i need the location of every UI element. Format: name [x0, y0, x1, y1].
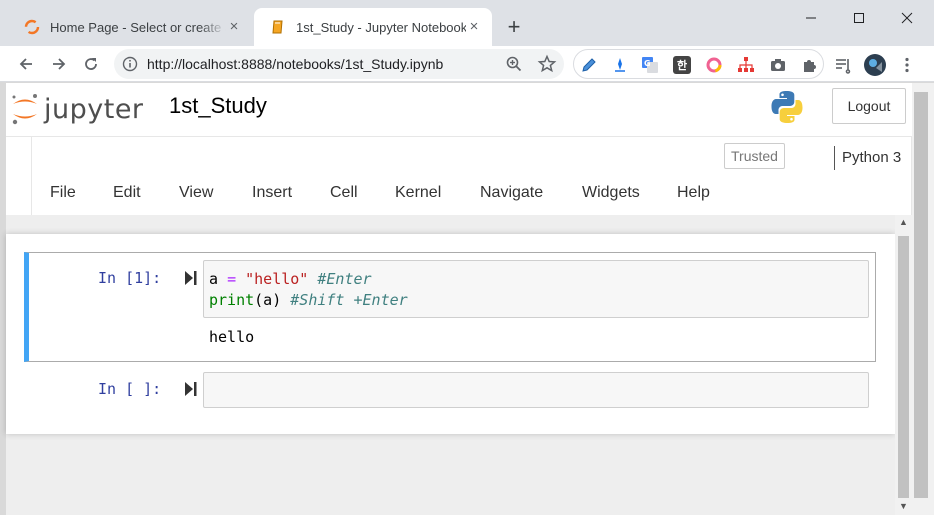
tab-title: Home Page - Select or create a notebook [50, 19, 226, 35]
code-token: (a) [254, 291, 291, 309]
close-window-icon[interactable] [884, 4, 930, 32]
cell-output: hello [209, 328, 255, 346]
maximize-icon[interactable] [836, 4, 882, 32]
menu-view[interactable]: View [179, 184, 213, 202]
new-tab-button[interactable]: + [502, 16, 526, 40]
input-prompt: In [ ]: [98, 380, 162, 398]
browser-toolbar: http://localhost:8888/notebooks/1st_Stud… [0, 46, 934, 82]
address-bar[interactable]: http://localhost:8888/notebooks/1st_Stud… [114, 49, 564, 79]
menu-navigate[interactable]: Navigate [480, 184, 543, 202]
scroll-up-icon[interactable]: ▲ [898, 217, 909, 227]
tab-1st-study[interactable]: 1st_Study - Jupyter Notebook × [254, 8, 492, 46]
sitemap-icon[interactable] [737, 56, 755, 74]
hangul-icon[interactable]: 한 [673, 56, 691, 74]
menu-widgets[interactable]: Widgets [582, 184, 640, 202]
jupyter-logo[interactable]: jupyter [10, 91, 150, 127]
input-prompt: In [1]: [98, 269, 162, 287]
tab-home-page[interactable]: Home Page - Select or create a notebook … [8, 8, 252, 46]
menu-cell[interactable]: Cell [330, 184, 358, 202]
logo-text: jupyter [44, 93, 144, 125]
kernel-name[interactable]: Python 3 [842, 149, 901, 166]
extensions-area: G 한 [573, 49, 824, 79]
code-token: print [209, 291, 255, 309]
notebook-scroll-thumb[interactable] [898, 236, 909, 498]
menu-file[interactable]: File [50, 184, 76, 202]
forward-icon[interactable] [45, 50, 73, 78]
menu-help[interactable]: Help [677, 184, 710, 202]
zoom-icon[interactable] [505, 55, 523, 73]
jupyter-header: jupyter 1st_Study Logout [6, 83, 912, 137]
code-line: a = "hello" #Enter [209, 270, 372, 288]
code-token: #Enter [317, 270, 372, 288]
trusted-indicator[interactable]: Trusted [724, 143, 785, 169]
jupyter-logo-icon [12, 94, 37, 125]
menu-edit[interactable]: Edit [113, 184, 141, 202]
circle-icon[interactable] [705, 56, 723, 74]
code-token: "hello" [245, 270, 309, 288]
code-editor[interactable]: a = "hello" #Enter print(a) #Shift +Ente… [203, 260, 869, 318]
close-icon[interactable]: × [466, 19, 482, 35]
code-editor-empty[interactable] [203, 372, 869, 408]
code-token: = [227, 270, 237, 288]
more-menu-icon[interactable] [896, 54, 918, 76]
minimize-icon[interactable] [788, 4, 834, 32]
pen-icon[interactable] [580, 56, 598, 74]
svg-text:G: G [644, 59, 651, 68]
kernel-separator [834, 146, 835, 170]
jupyter-page: jupyter 1st_Study Logout Trusted Python … [6, 83, 931, 515]
puzzle-icon[interactable] [801, 56, 819, 74]
scroll-down-icon[interactable]: ▼ [898, 501, 909, 511]
run-cell-icon[interactable] [184, 381, 198, 397]
run-cell-icon[interactable] [184, 270, 198, 286]
code-line: print(a) #Shift +Enter [209, 291, 408, 309]
close-icon[interactable]: × [226, 19, 242, 35]
menubar-container: Trusted Python 3 [6, 137, 931, 215]
reading-list-icon[interactable] [832, 54, 854, 76]
camera-icon[interactable] [769, 56, 787, 74]
avatar[interactable] [864, 54, 886, 76]
jupyter-icon [24, 19, 40, 35]
code-token: #Shift +Enter [290, 291, 408, 309]
translate-icon[interactable]: G [641, 56, 659, 74]
menu-insert[interactable]: Insert [252, 184, 292, 202]
page-scroll-thumb[interactable] [914, 92, 928, 498]
url-text[interactable]: http://localhost:8888/notebooks/1st_Stud… [147, 56, 443, 72]
logout-button[interactable]: Logout [832, 88, 906, 124]
python-logo-icon [769, 89, 805, 125]
code-token: a [209, 270, 228, 288]
menu-kernel[interactable]: Kernel [395, 184, 441, 202]
reload-icon[interactable] [77, 50, 105, 78]
bookmark-star-icon[interactable] [537, 54, 557, 74]
tab-title: 1st_Study - Jupyter Notebook [296, 19, 466, 35]
tab-strip: Home Page - Select or create a notebook … [0, 0, 934, 46]
back-icon[interactable] [12, 50, 40, 78]
pin-icon[interactable] [611, 56, 629, 74]
menubar: Trusted Python 3 [31, 137, 931, 215]
notebook-title[interactable]: 1st_Study [169, 93, 267, 119]
notebook-icon [270, 19, 286, 35]
info-icon[interactable] [122, 56, 138, 72]
